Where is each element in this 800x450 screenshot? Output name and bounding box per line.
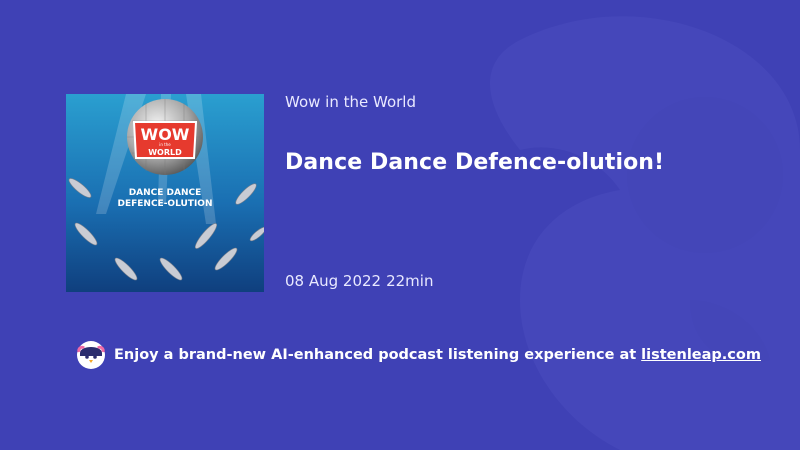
- episode-duration: 22min: [386, 272, 434, 290]
- penguin-icon: [77, 341, 105, 369]
- podcast-cover-art: WOW in the WORLD DANCE DANCE DEFENCE-OLU…: [66, 94, 264, 292]
- svg-text:DANCE DANCE: DANCE DANCE: [129, 188, 202, 198]
- episode-meta: 08 Aug 2022 22min: [285, 272, 433, 290]
- promo-footer: Enjoy a brand-new AI-enhanced podcast li…: [76, 340, 761, 370]
- listenleap-link[interactable]: listenleap.com: [641, 347, 761, 363]
- promo-text: Enjoy a brand-new AI-enhanced podcast li…: [114, 347, 637, 363]
- svg-text:in the: in the: [159, 142, 171, 147]
- svg-text:DEFENCE-OLUTION: DEFENCE-OLUTION: [118, 199, 213, 209]
- svg-text:WORLD: WORLD: [148, 148, 182, 157]
- podcast-name: Wow in the World: [285, 93, 416, 111]
- episode-date: 08 Aug 2022: [285, 272, 382, 290]
- episode-title: Dance Dance Defence-olution!: [285, 150, 665, 175]
